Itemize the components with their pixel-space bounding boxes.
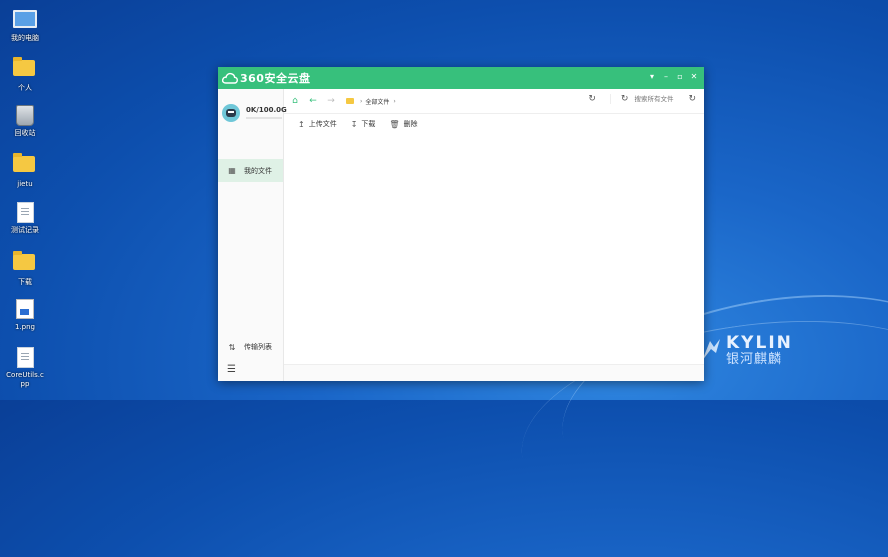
storage-quota-bar (246, 117, 282, 119)
upload-label: 上传文件 (308, 120, 337, 128)
home-icon[interactable]: ⌂ (288, 96, 302, 106)
folder-icon (13, 251, 35, 270)
desktop-icon-downloads[interactable]: 下载 (4, 250, 46, 287)
desktop-icon-trash[interactable]: 回收站 (4, 104, 46, 138)
document-icon (16, 202, 34, 223)
trash-icon (16, 105, 34, 126)
folder-icon (13, 57, 35, 76)
address-bar-right: ↻ ↻ ↻ (588, 94, 696, 104)
back-arrow-icon[interactable]: ← (306, 96, 320, 106)
sidebar-item-transfer-list[interactable]: ⇅ 传输列表 (218, 339, 283, 355)
delete-label: 删除 (403, 120, 418, 128)
folder-icon (13, 153, 35, 172)
file-list-area[interactable] (284, 135, 704, 365)
desktop-icon-png[interactable]: 1.png (4, 297, 46, 332)
download-label: 下载 (361, 120, 376, 128)
sidebar-item-label: 我的文件 (244, 166, 272, 175)
upload-icon: ↥ (298, 119, 305, 129)
chevron-right-icon[interactable]: › (393, 98, 395, 105)
desktop-icon-label: 我的电脑 (11, 34, 39, 42)
desktop-icon-label: jietu (17, 180, 33, 188)
desktop-icon-computer[interactable]: 我的电脑 (4, 8, 46, 43)
upload-button[interactable]: ↥ 上传文件 (298, 119, 337, 129)
user-info[interactable]: 0K/100.0G (222, 103, 287, 127)
window-controls: ▾ – ▫ ✕ (648, 72, 698, 82)
title-bar[interactable]: 360安全云盘 ▾ – ▫ ✕ (218, 67, 704, 89)
sidebar: 0K/100.0G ▦ 我的文件 ⇅ 传输列表 ☰ (218, 89, 287, 381)
file-list-icon: ▦ (228, 166, 236, 175)
kylin-logo: KYLIN 银河麒麟 (700, 333, 810, 367)
app-title: 360安全云盘 (240, 72, 311, 85)
desktop-icon-jietu[interactable]: jietu (4, 152, 46, 189)
search-refresh-icon[interactable]: ↻ (688, 94, 696, 104)
cloud-icon (222, 72, 238, 84)
dropdown-menu-button[interactable]: ▾ (648, 72, 656, 82)
toolbar: ↥ 上传文件 ↧ 下载 🗑 删除 (284, 114, 704, 134)
status-bar (284, 364, 704, 381)
avatar[interactable] (222, 104, 240, 122)
refresh-icon[interactable]: ↻ (588, 94, 596, 104)
document-icon (16, 347, 34, 368)
transfer-icon: ⇅ (228, 342, 236, 352)
desktop-icon-test-log[interactable]: 测试记录 (4, 201, 46, 235)
delete-button[interactable]: 🗑 删除 (389, 119, 417, 129)
image-file-icon (16, 299, 34, 319)
kylin-brand-cn: 银河麒麟 (726, 352, 783, 367)
desktop-icon-label: CoreUtils.cpp (6, 371, 44, 388)
download-button[interactable]: ↧ 下载 (351, 119, 376, 129)
sidebar-item-label: 传输列表 (244, 343, 272, 351)
storage-quota: 0K/100.0G (246, 106, 287, 114)
forward-arrow-icon[interactable]: → (324, 96, 338, 106)
chevron-right-icon: › (360, 97, 363, 105)
search-refresh-icon[interactable]: ↻ (621, 94, 629, 104)
search-box: ↻ ↻ (609, 94, 696, 104)
desktop-icon-label: 测试记录 (11, 226, 39, 234)
breadcrumb: › 全部文件 › (346, 97, 396, 106)
desktop-icon-label: 个人 (18, 84, 32, 92)
desktop-icon-label: 回收站 (14, 129, 36, 137)
trash-icon: 🗑 (389, 119, 400, 129)
minimize-button[interactable]: – (662, 72, 670, 82)
hamburger-menu-icon[interactable]: ☰ (227, 364, 236, 375)
desktop-icon-coreutils[interactable]: CoreUtils.cpp (4, 346, 46, 389)
close-button[interactable]: ✕ (690, 72, 698, 82)
sidebar-item-my-files[interactable]: ▦ 我的文件 (218, 159, 283, 182)
desktop-icon-label: 1.png (14, 323, 35, 331)
app-logo: 360安全云盘 (222, 70, 310, 86)
breadcrumb-item-all-files[interactable]: 全部文件 (365, 97, 389, 106)
main-panel: ⌂ ← → › 全部文件 › ↻ ↻ ↻ ↥ 上传文件 (284, 89, 704, 381)
maximize-button[interactable]: ▫ (676, 72, 684, 82)
folder-icon (346, 98, 354, 104)
address-bar: ⌂ ← → › 全部文件 › ↻ ↻ ↻ (284, 89, 704, 114)
desktop-icon-label: 下载 (18, 278, 32, 286)
computer-icon (13, 10, 37, 28)
download-icon: ↧ (350, 119, 358, 129)
search-input[interactable] (634, 95, 681, 103)
desktop-icon-personal[interactable]: 个人 (4, 56, 46, 93)
cloud-disk-window: 360安全云盘 ▾ – ▫ ✕ 0K/100.0G ▦ 我的文件 ⇅ 传输列表 … (218, 67, 704, 381)
